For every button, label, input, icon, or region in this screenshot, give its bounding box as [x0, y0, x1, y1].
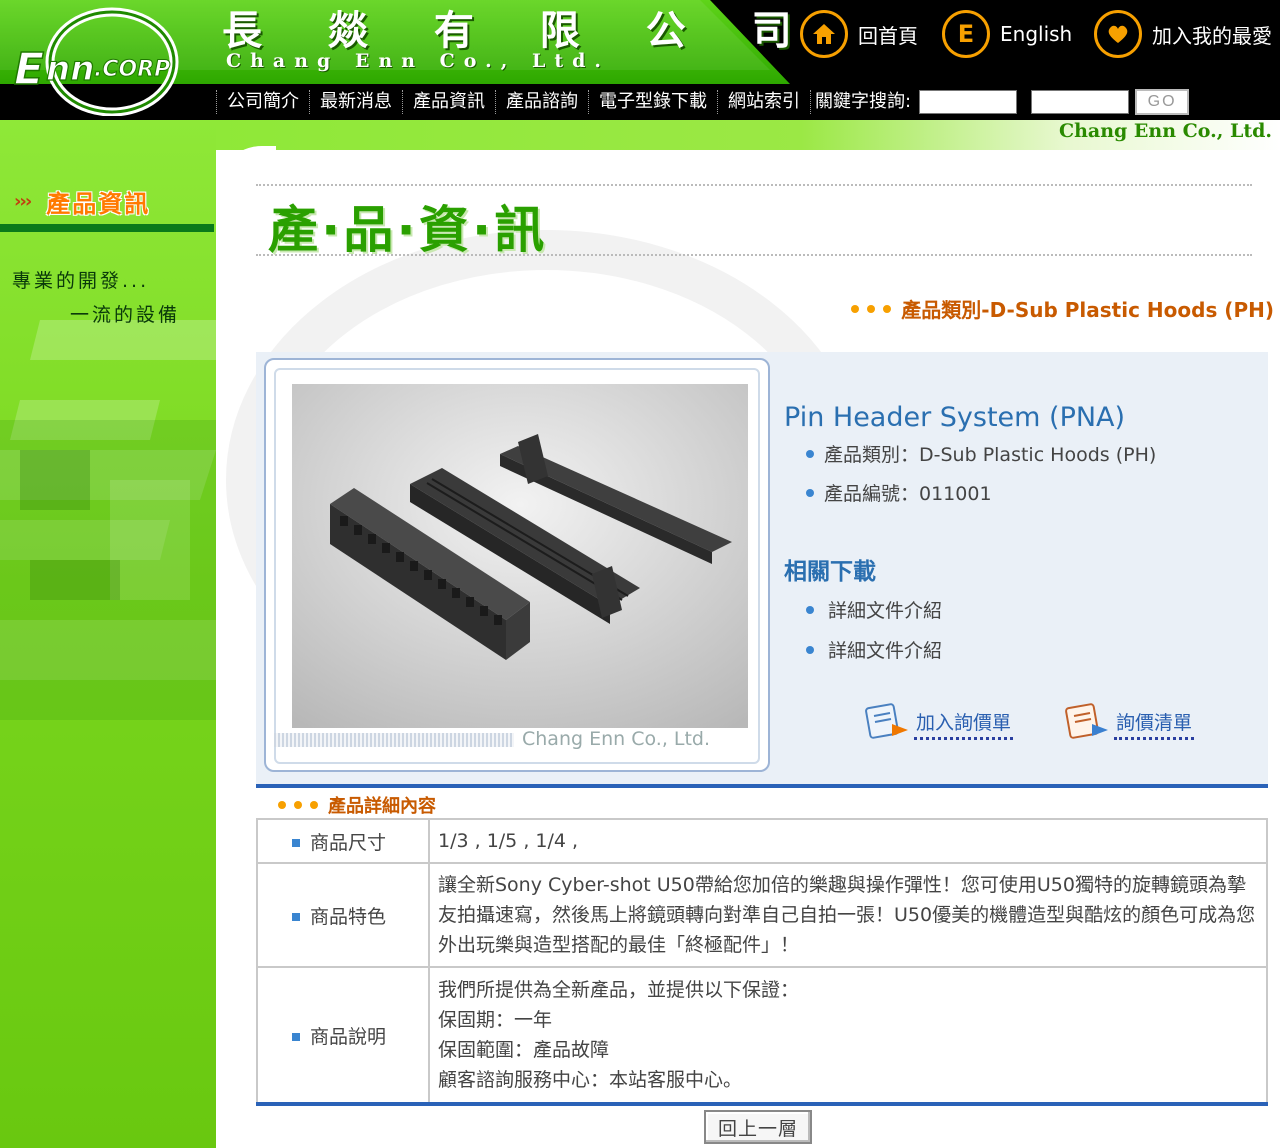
bullet-icon: [806, 645, 814, 654]
company-name-en: Chang Enn Co., Ltd.: [226, 50, 611, 72]
home-link-label: 回首頁: [858, 23, 918, 48]
add-inquiry-label: 加入詢價單: [914, 708, 1014, 740]
english-e-icon: E: [942, 10, 990, 58]
category-path-text: 產品類別-D-Sub Plastic Hoods (PH): [901, 298, 1274, 322]
orange-dots-icon: [278, 801, 318, 809]
bullet-icon: [292, 913, 300, 921]
table-row: 商品特色 讓全新Sony Cyber-shot U50帶給您加倍的樂趣與操作彈性…: [256, 862, 1268, 968]
bullet-icon: [806, 605, 814, 614]
detail-section-title: 產品詳細內容: [278, 792, 436, 818]
page-heading: 產‧品‧資‧訊: [268, 201, 549, 259]
english-link[interactable]: E English: [942, 10, 1072, 58]
detail-key-features: 商品特色: [310, 905, 387, 928]
detail-desc-line-2: 保固期：一年: [438, 1009, 553, 1031]
detail-value-size: 1/3 , 1/5 , 1/4 ,: [438, 830, 579, 852]
english-link-label: English: [1000, 22, 1073, 46]
svg-text:nn: nn: [46, 49, 94, 89]
sidebar-title: 產品資訊: [46, 190, 151, 218]
sidebar: ››› 產品資訊 專業的開發... 一流的設備: [0, 120, 216, 1148]
download-link-1-text: 詳細文件介紹: [828, 600, 943, 622]
photo-inner-border: [274, 368, 760, 764]
svg-text:.CORP: .CORP: [94, 57, 170, 82]
keyword-search-label: 關鍵字搜詢:: [810, 90, 915, 114]
nav-item-catalog-download[interactable]: 電子型錄下載: [588, 90, 717, 114]
download-link-2[interactable]: 詳細文件介紹: [806, 636, 942, 663]
nav-item-news[interactable]: 最新消息: [309, 90, 402, 114]
nav-item-products[interactable]: 產品資訊: [402, 90, 495, 114]
product-photo-frame: Chang Enn Co., Ltd.: [264, 358, 770, 772]
detail-key-cell: 商品尺寸: [256, 818, 430, 864]
heading-top-rule: [256, 184, 1252, 186]
download-link-1[interactable]: 詳細文件介紹: [806, 596, 942, 623]
detail-key-cell: 商品特色: [256, 862, 430, 968]
company-tagline: Chang Enn Co., Ltd.: [1058, 120, 1272, 142]
product-detail-table: 商品尺寸 1/3 , 1/5 , 1/4 , 商品特色 讓全新Sony Cybe…: [256, 818, 1268, 1104]
detail-value-features: 讓全新Sony Cyber-shot U50帶給您加倍的樂趣與操作彈性！您可使用…: [438, 874, 1256, 956]
detail-desc-line-4: 顧客諮詢服務中心：本站客服中心。: [438, 1069, 743, 1091]
product-number-text: 產品編號：011001: [824, 483, 992, 505]
bullet-icon: [292, 1033, 300, 1041]
orange-dots-icon: [851, 304, 892, 313]
detail-bottom-rule: [256, 1102, 1268, 1106]
site-header: E nn .CORP 長 燚 有 限 公 司 Chang Enn Co., Lt…: [0, 0, 1280, 120]
inquiry-list-label: 詢價清單: [1114, 708, 1195, 740]
category-breadcrumb: 產品類別-D-Sub Plastic Hoods (PH): [851, 294, 1274, 323]
table-row: 商品尺寸 1/3 , 1/5 , 1/4 ,: [256, 818, 1268, 864]
detail-title-text: 產品詳細內容: [328, 796, 436, 817]
product-number: 產品編號：011001: [806, 479, 992, 506]
detail-value-cell: 讓全新Sony Cyber-shot U50帶給您加倍的樂趣與操作彈性！您可使用…: [428, 862, 1268, 968]
bullet-icon: [806, 488, 814, 497]
photo-caption-pattern: [274, 733, 514, 747]
keyword-input[interactable]: [919, 90, 1018, 114]
home-icon: [800, 10, 848, 58]
product-category-text: 產品類別：D-Sub Plastic Hoods (PH): [824, 444, 1157, 466]
sidebar-slogan-line1: 專業的開發...: [12, 270, 150, 292]
keyword-input-secondary[interactable]: [1031, 90, 1130, 114]
nav-item-consult[interactable]: 產品諮詢: [495, 90, 588, 114]
triple-arrow-icon: ›››: [14, 191, 32, 212]
detail-desc-line-3: 保固範圍：產品故障: [438, 1039, 610, 1061]
add-favorite-label: 加入我的最愛: [1152, 23, 1272, 48]
detail-desc-line-1: 我們所提供為全新產品，並提供以下保證：: [438, 979, 800, 1001]
go-button[interactable]: GO: [1135, 89, 1190, 115]
company-name-cn: 長 燚 有 限 公 司: [222, 7, 818, 54]
sidebar-title-row: ››› 產品資訊: [14, 184, 150, 219]
sidebar-slogan-line2: 一流的設備: [70, 304, 181, 326]
inquiry-list-icon: [1065, 703, 1108, 739]
nav-item-sitemap[interactable]: 網站索引: [717, 90, 810, 114]
nav-item-about[interactable]: 公司簡介: [216, 90, 309, 114]
detail-value-cell: 1/3 , 1/5 , 1/4 ,: [428, 818, 1268, 864]
sidebar-divider: [0, 224, 214, 232]
download-link-2-text: 詳細文件介紹: [828, 640, 943, 662]
product-name: Pin Header System (PNA): [784, 402, 1126, 433]
table-row: 商品說明 我們所提供為全新產品，並提供以下保證： 保固期：一年 保固範圍：產品故…: [256, 966, 1268, 1104]
bullet-icon: [292, 839, 300, 847]
detail-key-description: 商品說明: [310, 1025, 387, 1048]
product-panel: Chang Enn Co., Ltd. Pin Header System (P…: [256, 352, 1268, 784]
main-content: 產‧品‧資‧訊 產品類別-D-Sub Plastic Hoods (PH) Ch…: [216, 160, 1280, 1148]
heart-icon: [1094, 10, 1142, 58]
add-inquiry-button[interactable]: 加入詢價單: [862, 700, 1014, 740]
detail-top-rule: [256, 784, 1268, 788]
product-photo[interactable]: [292, 384, 748, 728]
detail-key-size: 商品尺寸: [310, 831, 387, 854]
add-to-inquiry-icon: [865, 703, 908, 739]
home-link[interactable]: 回首頁: [800, 10, 918, 58]
photo-caption: Chang Enn Co., Ltd.: [522, 728, 711, 750]
add-favorite-link[interactable]: 加入我的最愛: [1094, 10, 1272, 58]
back-button[interactable]: 回上一層: [704, 1110, 812, 1144]
related-downloads-title: 相關下載: [784, 559, 876, 585]
heading-bottom-rule: [256, 254, 1252, 256]
product-category: 產品類別：D-Sub Plastic Hoods (PH): [806, 440, 1156, 467]
detail-key-cell: 商品說明: [256, 966, 430, 1104]
bullet-icon: [806, 449, 814, 458]
inquiry-list-button[interactable]: 詢價清單: [1062, 700, 1195, 740]
main-nav: 公司簡介 最新消息 產品資訊 產品諮詢 電子型錄下載 網站索引 關鍵字搜詢: G…: [0, 84, 1280, 120]
detail-value-cell: 我們所提供為全新產品，並提供以下保證： 保固期：一年 保固範圍：產品故障 顧客諮…: [428, 966, 1268, 1104]
